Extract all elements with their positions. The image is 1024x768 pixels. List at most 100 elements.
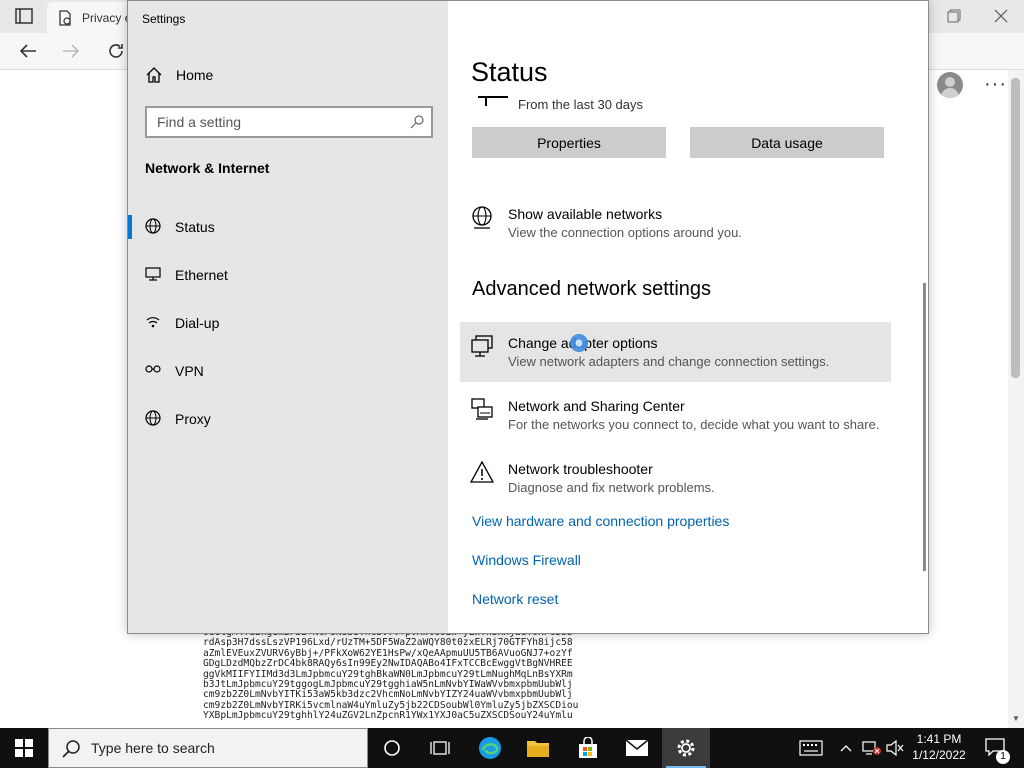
search-icon[interactable] [409, 114, 425, 130]
section-heading: Network & Internet [145, 160, 270, 176]
change-adapter-options[interactable]: Change adapter options View network adap… [460, 322, 891, 382]
mouse-cursor-indicator [570, 334, 588, 352]
edge-icon [479, 737, 501, 759]
certificate-text-block: OdGtgM4Ta2kg1m2FS2+NcPUN8b8YncSV7V+pvXWt… [203, 628, 579, 722]
ethernet-icon [145, 267, 161, 281]
clock-date: 1/12/2022 [912, 748, 966, 762]
nav-item-ethernet[interactable]: Ethernet [128, 255, 448, 295]
privacy-page-icon [59, 9, 71, 26]
taskbar-search[interactable] [48, 728, 368, 768]
store-bag-icon [579, 737, 597, 758]
mail-button[interactable] [613, 728, 661, 768]
scrollbar-thumb[interactable] [1011, 78, 1020, 378]
browser-tab-title: Privacy e [82, 10, 132, 25]
show-networks-title: Show available networks [508, 206, 663, 222]
more-options-icon[interactable]: ··· [984, 73, 1007, 96]
settings-taskbar-button[interactable] [662, 728, 710, 768]
edge-taskbar-button[interactable] [466, 728, 514, 768]
vpn-icon [145, 365, 161, 373]
task-view-icon [430, 741, 450, 755]
keyboard-icon [799, 740, 823, 756]
network-disconnected-icon [862, 741, 881, 755]
forward-arrow-icon [63, 44, 80, 58]
refresh-button[interactable] [102, 37, 130, 65]
sharing-center-icon [471, 398, 493, 420]
windows-firewall-link[interactable]: Windows Firewall [472, 552, 581, 568]
dial-up-icon [146, 317, 160, 328]
home-icon [146, 67, 162, 83]
close-icon[interactable] [991, 6, 1011, 26]
home-label: Home [176, 67, 214, 83]
nav-item-proxy[interactable]: Proxy [128, 399, 448, 439]
advanced-settings-heading: Advanced network settings [472, 278, 712, 300]
taskbar-search-input[interactable] [89, 729, 359, 767]
keyboard-tray-button[interactable] [796, 728, 826, 768]
back-arrow-icon [19, 44, 36, 58]
taskbar: 1:41 PM 1/12/2022 1 [0, 728, 1024, 768]
action-center-button[interactable]: 1 [976, 728, 1016, 768]
cortana-button[interactable] [368, 728, 416, 768]
back-button[interactable] [14, 37, 42, 65]
find-setting-input[interactable] [147, 108, 397, 136]
globe-proxy-icon [145, 410, 161, 426]
change-adapter-subtitle: View network adapters and change connect… [508, 354, 830, 369]
nav-home[interactable]: Home [128, 59, 448, 91]
network-troubleshooter[interactable]: Network troubleshooter Diagnose and fix … [460, 448, 891, 508]
properties-button[interactable]: Properties [472, 127, 666, 158]
restore-icon[interactable] [944, 6, 964, 26]
troubleshooter-subtitle: Diagnose and fix network problems. [508, 480, 715, 495]
show-networks-subtitle: View the connection options around you. [508, 225, 742, 240]
nav-label-ethernet: Ethernet [175, 267, 228, 283]
usage-period-text: From the last 30 days [518, 97, 643, 112]
window-title: Settings [142, 12, 186, 26]
windows-logo-icon [15, 739, 33, 757]
task-view-button[interactable] [416, 728, 464, 768]
browser-tab[interactable]: Privacy e [47, 2, 137, 33]
nav-item-status[interactable]: Status [128, 207, 448, 247]
nav-item-vpn[interactable]: VPN [128, 351, 448, 391]
folder-icon [527, 741, 549, 757]
clock-time: 1:41 PM [916, 732, 962, 746]
forward-button[interactable] [57, 37, 85, 65]
globe-status-icon [145, 218, 161, 234]
gear-icon [677, 739, 695, 757]
nav-item-dial-up[interactable]: Dial-up [128, 303, 448, 343]
network-reset-link[interactable]: Network reset [472, 591, 558, 607]
scroll-down-icon[interactable]: ▼ [1012, 714, 1020, 723]
browser-scrollbar[interactable]: ▼ [1008, 70, 1024, 728]
profile-avatar[interactable] [937, 72, 963, 98]
hardware-properties-link[interactable]: View hardware and connection properties [472, 513, 729, 529]
sharing-center-subtitle: For the networks you connect to, decide … [508, 417, 880, 432]
network-tray-button[interactable] [860, 728, 884, 768]
settings-sidebar: Settings Home Network & Internet Status [128, 1, 448, 633]
tab-actions-icon[interactable] [15, 8, 33, 24]
settings-content: Status From the last 30 days Properties … [448, 1, 928, 633]
globe-networks-icon [472, 206, 492, 229]
refresh-icon [109, 44, 123, 58]
start-button[interactable] [0, 728, 48, 768]
troubleshooter-title: Network troubleshooter [508, 461, 653, 477]
warning-icon [470, 460, 494, 483]
settings-window: Settings Home Network & Internet Status [127, 0, 929, 634]
cortana-icon [384, 740, 400, 756]
data-usage-icon [478, 96, 508, 106]
find-setting-search[interactable] [145, 106, 433, 138]
store-button[interactable] [564, 728, 612, 768]
mail-icon [625, 739, 649, 756]
sharing-center-title: Network and Sharing Center [508, 398, 685, 414]
show-hidden-icons-button[interactable] [838, 728, 854, 768]
nav-label-status: Status [175, 219, 215, 235]
content-scrollbar[interactable] [923, 283, 926, 571]
network-sharing-center[interactable]: Network and Sharing Center For the netwo… [460, 385, 891, 445]
taskbar-clock[interactable]: 1:41 PM 1/12/2022 [906, 731, 972, 763]
show-available-networks[interactable]: Show available networks View the connect… [460, 193, 891, 253]
data-usage-button[interactable]: Data usage [690, 127, 884, 158]
volume-tray-button[interactable] [885, 728, 905, 768]
nav-label-proxy: Proxy [175, 411, 211, 427]
file-explorer-button[interactable] [514, 728, 562, 768]
volume-muted-icon [886, 740, 904, 756]
adapter-icon [471, 335, 493, 357]
nav-label-dial-up: Dial-up [175, 315, 220, 331]
page-title: Status [471, 57, 548, 87]
chevron-up-icon [840, 745, 852, 752]
